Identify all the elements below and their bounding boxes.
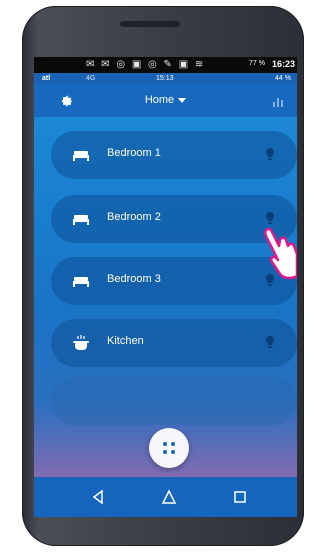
notification-icons: ✉ ✉ ◎ ▣ ◎ ✎ ▣ ≋ xyxy=(86,59,206,70)
home-selector[interactable]: Home xyxy=(34,94,297,106)
secondary-battery: 44 % xyxy=(275,75,291,82)
lightbulb-icon[interactable] xyxy=(265,211,275,225)
room-label: Kitchen xyxy=(107,335,144,347)
lightbulb-icon[interactable] xyxy=(265,335,275,349)
bed-icon xyxy=(73,151,89,161)
clock: 16:23 xyxy=(271,59,295,69)
chevron-down-icon xyxy=(178,97,187,103)
phone-speaker xyxy=(120,21,180,27)
room-label: Bedroom 3 xyxy=(107,273,161,285)
pointing-hand-icon xyxy=(264,227,297,280)
bar-chart-icon[interactable] xyxy=(271,94,285,108)
room-label: Bedroom 2 xyxy=(107,211,161,223)
signal-label: atl xyxy=(42,75,51,82)
battery-level: 77 % xyxy=(249,60,265,67)
secondary-clock: 15:13 xyxy=(156,75,174,82)
secondary-status-bar: atl 4G 15:13 44 % xyxy=(34,73,297,85)
home-title: Home xyxy=(144,94,175,106)
room-item-bedroom-1[interactable]: Bedroom 1 xyxy=(51,131,297,179)
system-status-bar: ✉ ✉ ◎ ▣ ◎ ✎ ▣ ≋ 77 % 16:23 xyxy=(34,57,297,73)
room-item-kitchen[interactable]: Kitchen xyxy=(51,319,297,367)
room-item-partial[interactable] xyxy=(51,377,297,425)
bed-icon xyxy=(73,277,89,287)
back-icon[interactable] xyxy=(88,487,108,507)
scenes-fab-button[interactable] xyxy=(149,428,189,468)
room-item-bedroom-2[interactable]: Bedroom 2 xyxy=(51,195,297,243)
recents-icon[interactable] xyxy=(230,487,250,507)
home-circle-icon[interactable] xyxy=(159,487,179,507)
bed-icon xyxy=(73,215,89,225)
dots-grid-icon xyxy=(163,442,175,454)
cooking-pot-icon xyxy=(73,335,89,350)
network-type: 4G xyxy=(86,75,96,82)
android-nav-bar xyxy=(34,477,297,517)
lightbulb-icon[interactable] xyxy=(265,147,275,161)
room-label: Bedroom 1 xyxy=(107,147,161,159)
room-item-bedroom-3[interactable]: Bedroom 3 xyxy=(51,257,297,305)
app-header: Home xyxy=(34,85,297,117)
